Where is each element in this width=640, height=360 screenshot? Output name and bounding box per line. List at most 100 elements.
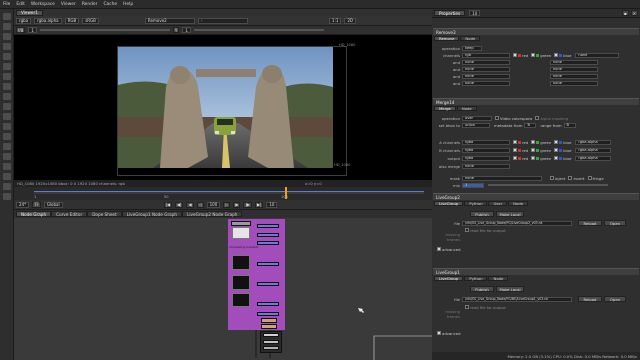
reload-button[interactable]: Reload — [578, 296, 602, 302]
merge-node[interactable] — [257, 262, 279, 266]
and-dropdown-4[interactable]: none — [462, 80, 510, 86]
mix-slider[interactable] — [488, 184, 608, 186]
merge-node[interactable] — [257, 282, 279, 286]
tab-merge[interactable]: Merge — [434, 106, 456, 111]
node-graph-canvas[interactable] — [14, 218, 432, 360]
timeline[interactable]: 1 50 100 — [14, 187, 432, 200]
gain-slider[interactable] — [39, 29, 170, 31]
draw-tool-icon[interactable] — [3, 23, 11, 30]
gain-field[interactable]: 1 — [28, 27, 37, 33]
make-local-button[interactable]: Make Local — [496, 286, 524, 292]
merge-node[interactable] — [257, 224, 279, 228]
tab-livegroup2-graph[interactable]: LiveGroup2 Node Graph — [182, 211, 243, 217]
first-frame-icon[interactable]: |◀ — [163, 201, 173, 208]
open-button[interactable]: Open — [604, 296, 626, 302]
image-tool-icon[interactable] — [3, 13, 11, 20]
advanced-checkbox[interactable] — [437, 331, 441, 335]
transform-tool-icon[interactable] — [3, 93, 11, 100]
and-dropdown-1b[interactable]: none — [550, 59, 598, 65]
invert-checkbox[interactable] — [568, 176, 573, 180]
filter-tool-icon[interactable] — [3, 63, 11, 70]
red-checkbox[interactable] — [513, 140, 517, 144]
alpha-masking-checkbox[interactable] — [535, 116, 540, 120]
viewer-node[interactable] — [260, 331, 282, 353]
and-dropdown-2b[interactable]: none — [550, 66, 598, 72]
remove-node[interactable] — [261, 324, 277, 329]
tab-livegroup1-graph[interactable]: LiveGroup1 Node Graph — [121, 211, 183, 217]
toolsets-tool-icon[interactable] — [3, 133, 11, 140]
merge-node[interactable] — [257, 241, 279, 245]
gamma-label[interactable]: Y — [172, 27, 180, 33]
3d-tool-icon[interactable] — [3, 103, 11, 110]
and-dropdown-4b[interactable]: none — [550, 80, 598, 86]
red-checkbox[interactable] — [513, 156, 517, 160]
menu-cache[interactable]: Cache — [103, 2, 117, 7]
and-dropdown-1[interactable]: none — [462, 59, 510, 65]
tab-dope-sheet[interactable]: Dope Sheet — [87, 211, 122, 217]
output-dropdown[interactable]: rgba — [462, 155, 510, 161]
layer-dropdown[interactable]: rgba — [16, 17, 32, 24]
tab-node[interactable]: Node — [460, 36, 481, 41]
tab-node[interactable]: Node — [488, 276, 509, 281]
open-button[interactable]: Open — [604, 220, 626, 226]
particles-tool-icon[interactable] — [3, 163, 11, 170]
alpha-dropdown[interactable]: none — [575, 52, 620, 58]
last-frame-icon[interactable]: ▶| — [254, 201, 264, 208]
merge-operation-dropdown[interactable]: over — [462, 115, 492, 121]
deep-tool-icon[interactable] — [3, 173, 11, 180]
blue-checkbox[interactable] — [554, 156, 559, 160]
skip-field[interactable]: 10 — [266, 201, 278, 208]
tab-node[interactable]: Node — [508, 201, 529, 206]
fringe-checkbox[interactable] — [587, 176, 592, 180]
panel-title-livegroup1[interactable]: LiveGroup1 — [433, 268, 639, 275]
b-channels-dropdown[interactable]: rgba — [462, 147, 510, 153]
view-mode-dropdown[interactable]: 2D — [344, 17, 356, 24]
video-colorspace-checkbox[interactable] — [495, 116, 499, 120]
tab-livegroup[interactable]: LiveGroup — [434, 276, 464, 281]
merge-node[interactable] — [257, 312, 279, 316]
tab-livegroup[interactable]: LiveGroup — [434, 201, 464, 206]
tab-user[interactable]: User — [488, 201, 508, 206]
also-merge-dropdown[interactable]: none — [462, 163, 510, 169]
green-checkbox[interactable] — [531, 140, 536, 144]
and-dropdown-3[interactable]: none — [462, 73, 510, 79]
panel-title-livegroup2[interactable]: LiveGroup2 — [433, 193, 639, 200]
merge-tool-icon[interactable] — [3, 83, 11, 90]
file-field[interactable]: /vfx/SS_Live_Group_Node/FG/LiveGroup2_v0… — [462, 220, 572, 226]
tab-remove[interactable]: Remove — [434, 36, 460, 41]
menu-workspace[interactable]: Workspace — [31, 2, 55, 7]
color-tool-icon[interactable] — [3, 53, 11, 60]
read-node[interactable] — [231, 221, 251, 226]
menu-file[interactable]: File — [3, 2, 10, 7]
panel-title-remove3[interactable]: Remove3 — [433, 28, 639, 35]
tab-python[interactable]: Python — [464, 276, 488, 281]
prev-frame-icon[interactable]: ◁ — [196, 201, 204, 208]
a-channels-dropdown[interactable]: rgba — [462, 139, 510, 145]
tab-curve-editor[interactable]: Curve Editor — [51, 211, 88, 217]
frame-field[interactable]: 100 — [206, 201, 221, 208]
channel-tool-icon[interactable] — [3, 43, 11, 50]
clear-icon[interactable]: × — [630, 10, 638, 16]
metadata-tool-icon[interactable] — [3, 123, 11, 130]
red-checkbox[interactable] — [513, 53, 517, 57]
green-checkbox[interactable] — [531, 53, 536, 57]
inject-checkbox[interactable] — [550, 176, 554, 180]
blue-checkbox[interactable] — [554, 148, 559, 152]
menu-edit[interactable]: Edit — [16, 2, 25, 7]
blue-checkbox[interactable] — [554, 53, 559, 57]
tab-node[interactable]: Node — [456, 106, 477, 111]
tab-viewer1[interactable]: Viewer1 — [16, 9, 43, 16]
alpha-dropdown[interactable]: rgba.alpha — [34, 17, 62, 24]
a-alpha-dropdown[interactable]: rgba.alpha — [575, 139, 612, 145]
viewer-canvas[interactable]: HD_1080 HD_1080 — [14, 35, 432, 180]
menu-viewer[interactable]: Viewer — [61, 2, 76, 7]
make-local-button[interactable]: Make Local — [496, 211, 524, 217]
green-checkbox[interactable] — [531, 156, 536, 160]
play-back-icon[interactable]: ◀ — [186, 201, 194, 208]
tf-icon[interactable]: TF — [32, 201, 41, 208]
display-dropdown[interactable]: RGB — [64, 17, 80, 24]
publish-button[interactable]: Publish — [470, 211, 494, 217]
merge-node[interactable] — [257, 302, 279, 306]
b-alpha-dropdown[interactable]: rgba.alpha — [575, 147, 612, 153]
range-dropdown[interactable]: B — [563, 122, 576, 128]
